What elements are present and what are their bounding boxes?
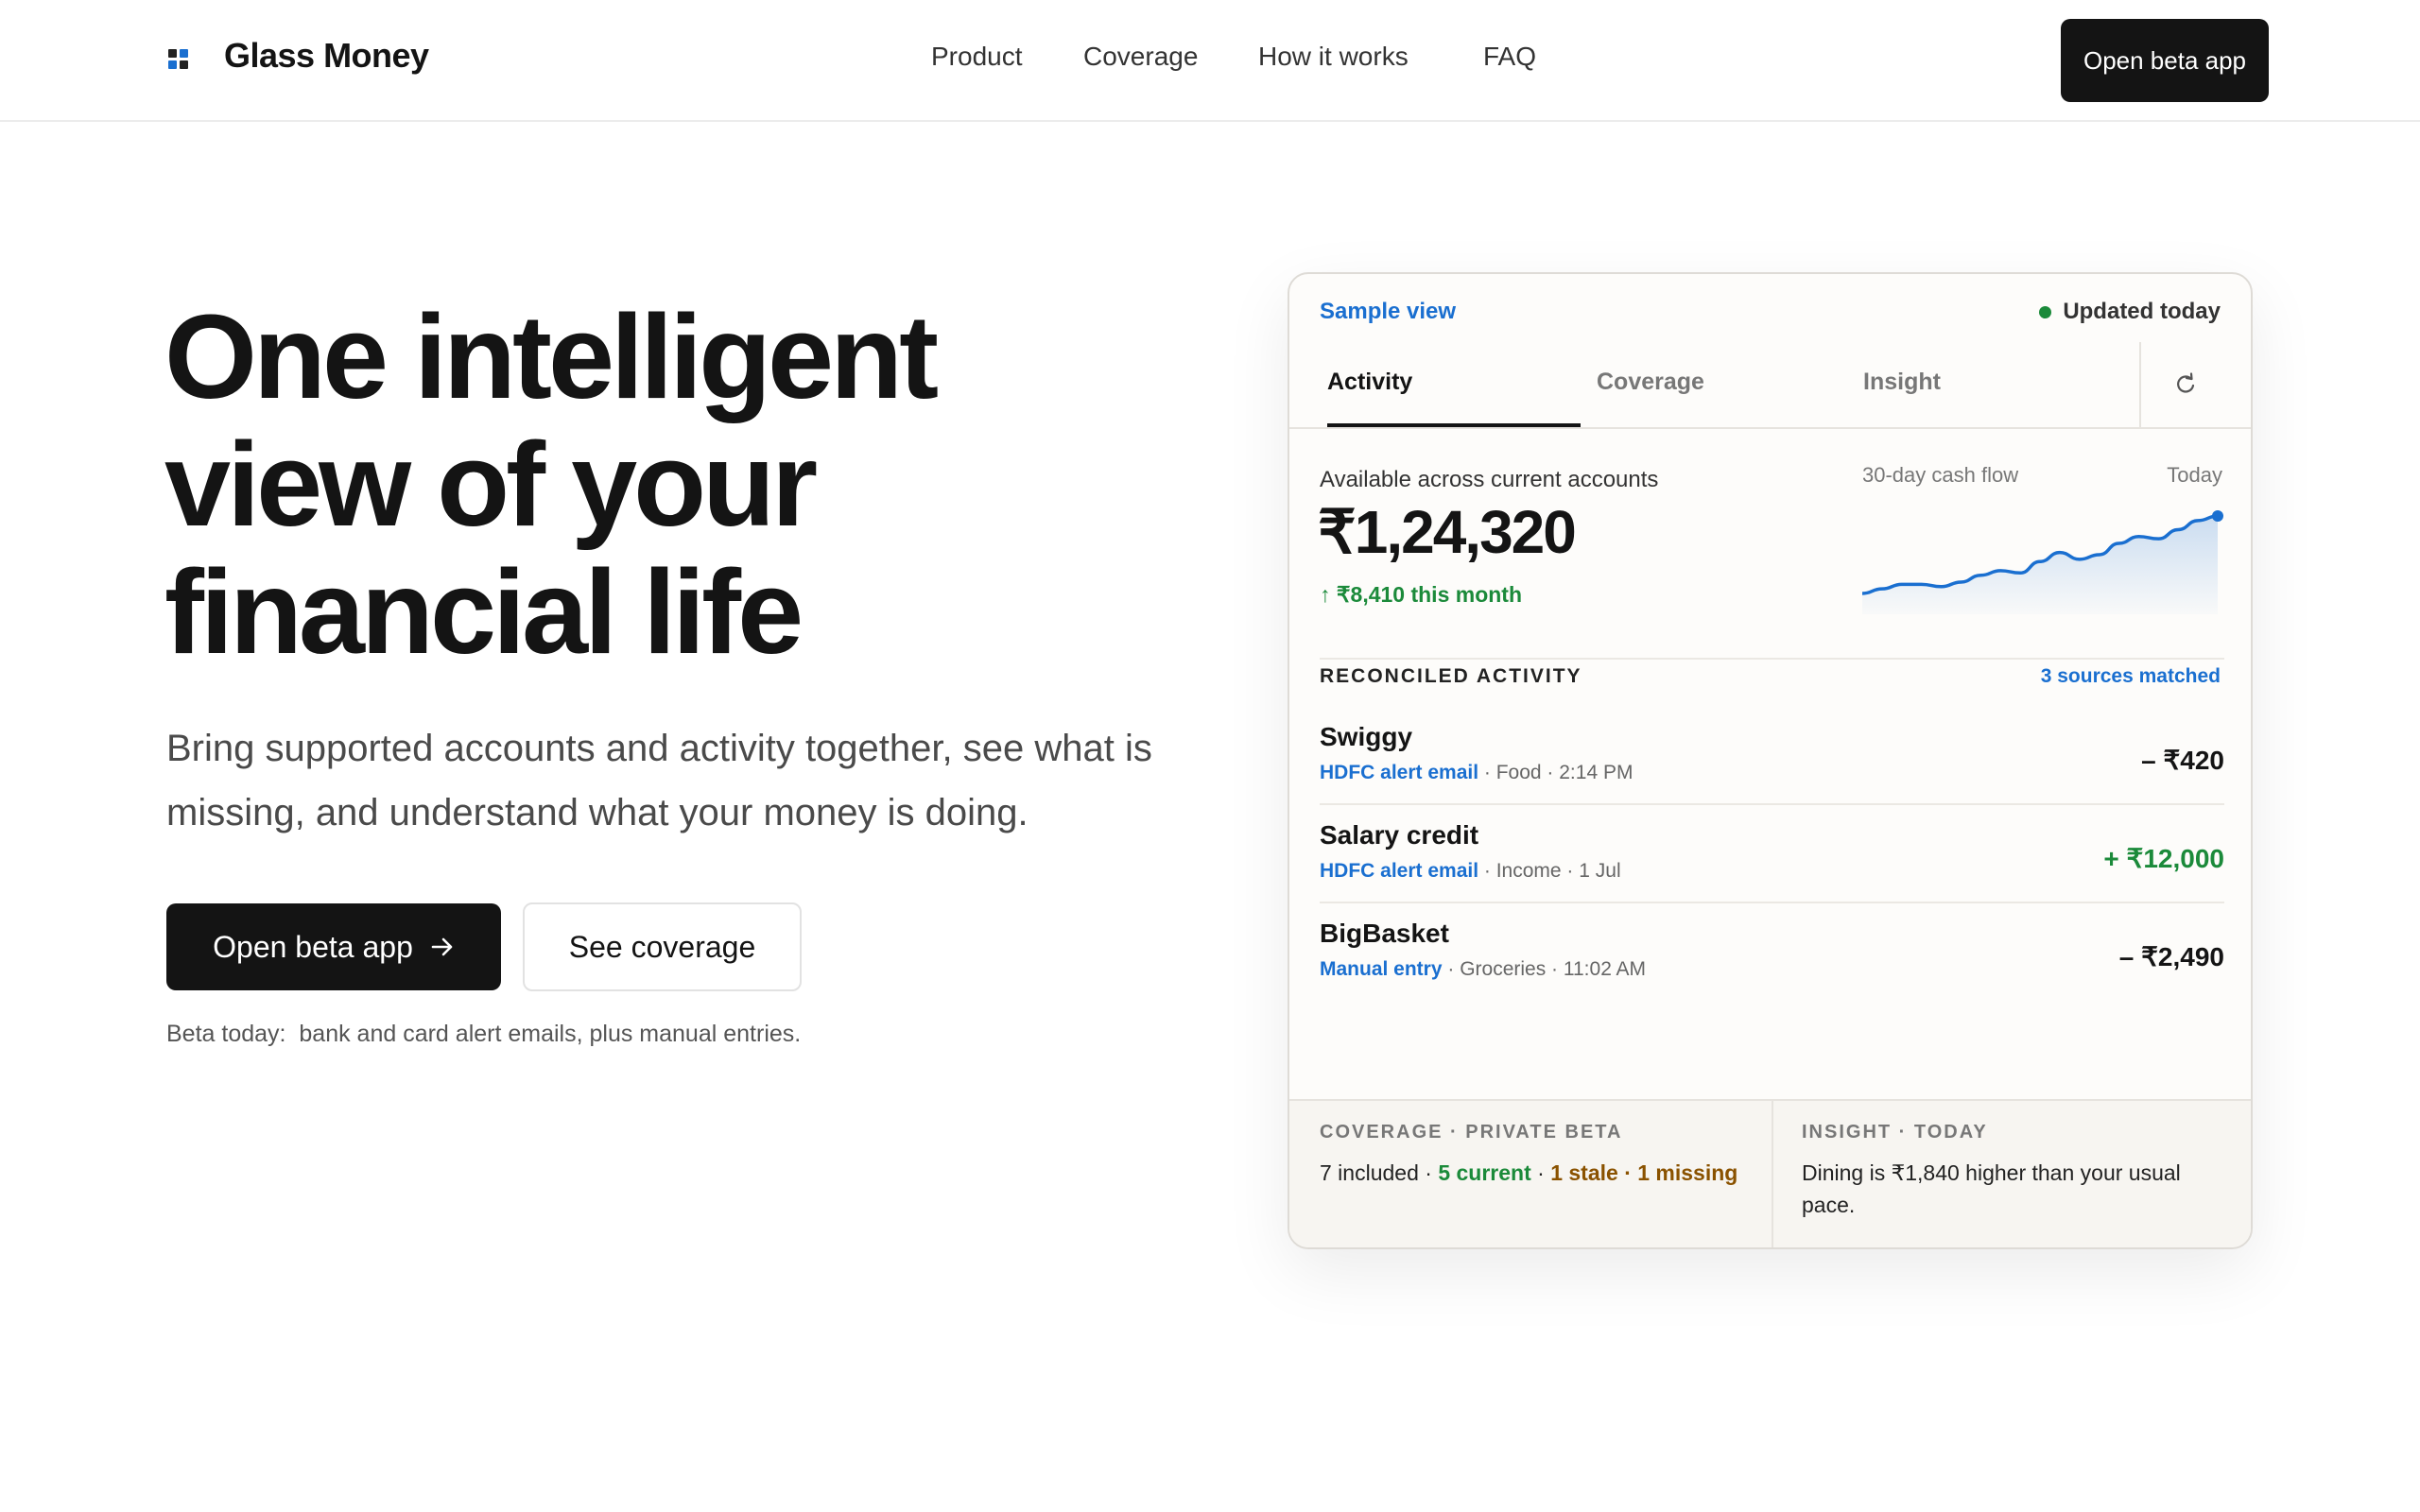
cashflow-end-label: Today	[2167, 463, 2222, 487]
tx-meta: HDFC alert email · Income · 1 Jul	[1320, 860, 1621, 883]
nav-faq[interactable]: FAQ	[1483, 42, 1536, 72]
tx-name: Salary credit	[1320, 820, 1479, 850]
sources-matched-link[interactable]: 3 sources matched	[2041, 665, 2221, 688]
active-tab-indicator	[1327, 423, 1581, 427]
arrow-up-icon: ↑	[1320, 582, 1331, 607]
site-header: Glass Money Product Coverage How it work…	[0, 0, 2420, 122]
nav-how-it-works[interactable]: How it works	[1258, 42, 1409, 72]
tx-source: HDFC alert email	[1320, 762, 1479, 783]
balance-amount: ₹1,24,320	[1318, 498, 1577, 566]
insight-summary-title: INSIGHT · TODAY	[1802, 1122, 1988, 1143]
tx-source: Manual entry	[1320, 958, 1443, 980]
tab-insight[interactable]: Insight	[1863, 369, 1941, 396]
balance-label: Available across current accounts	[1320, 467, 1659, 492]
coverage-summary[interactable]: COVERAGE · PRIVATE BETA 7 included · 5 c…	[1320, 1122, 1745, 1189]
tx-source: HDFC alert email	[1320, 860, 1479, 882]
sample-view-label[interactable]: Sample view	[1320, 299, 1456, 325]
footer-divider	[1772, 1101, 1773, 1247]
balance-change-text: ₹8,410 this month	[1336, 582, 1523, 607]
hero-title-line: view of your	[164, 418, 818, 551]
open-beta-app-button[interactable]: Open beta app	[166, 903, 501, 990]
hero-title: One intelligent view of your financial l…	[164, 293, 1204, 676]
status-dot-icon	[2039, 305, 2052, 318]
tx-name: BigBasket	[1320, 919, 1449, 948]
card-footer: COVERAGE · PRIVATE BETA 7 included · 5 c…	[1289, 1099, 2251, 1247]
divider	[1320, 902, 2224, 903]
cashflow-latest-point	[2212, 510, 2223, 522]
arrow-right-icon	[431, 937, 453, 956]
divider	[1320, 803, 2224, 805]
divider	[1320, 658, 2224, 660]
nav-coverage[interactable]: Coverage	[1083, 42, 1198, 72]
tx-details: · Food · 2:14 PM	[1478, 762, 1634, 783]
coverage-summary-title: COVERAGE · PRIVATE BETA	[1320, 1122, 1623, 1143]
hero-subtitle: Bring supported accounts and activity to…	[166, 728, 1152, 833]
tab-coverage[interactable]: Coverage	[1597, 369, 1704, 396]
coverage-separator: ·	[1530, 1160, 1551, 1185]
brand-name[interactable]: Glass Money	[224, 36, 429, 76]
open-beta-app-header-button[interactable]: Open beta app	[2061, 19, 2269, 102]
open-beta-app-label: Open beta app	[213, 929, 413, 964]
list-item[interactable]: BigBasket Manual entry · Groceries · 11:…	[1320, 919, 2224, 1004]
tx-meta: Manual entry · Groceries · 11:02 AM	[1320, 958, 1646, 981]
reconciled-activity-title: RECONCILED ACTIVITY	[1320, 665, 1582, 687]
coverage-summary-text: 7 included · 5 current · 1 stale · 1 mis…	[1320, 1157, 1745, 1189]
coverage-current: 5 current	[1438, 1160, 1531, 1185]
beta-note: Beta today: bank and card alert emails, …	[166, 1021, 801, 1048]
tx-name: Swiggy	[1320, 722, 1413, 751]
tx-meta: HDFC alert email · Food · 2:14 PM	[1320, 762, 1633, 784]
grid-logo-icon[interactable]	[168, 49, 189, 70]
refresh-icon[interactable]	[2170, 369, 2201, 399]
sample-view-card: Sample view Updated today Activity Cover…	[1288, 272, 2253, 1249]
coverage-stale-missing: 1 stale · 1 missing	[1550, 1160, 1738, 1185]
insight-summary-text: Dining is ₹1,840 higher than your usual …	[1802, 1160, 2181, 1217]
list-item[interactable]: Swiggy HDFC alert email · Food · 2:14 PM…	[1320, 722, 2224, 807]
tabs-divider	[2139, 342, 2141, 427]
nav-product[interactable]: Product	[931, 42, 1023, 72]
cashflow-label: 30-day cash flow	[1862, 463, 2019, 487]
list-item[interactable]: Salary credit HDFC alert email · Income …	[1320, 820, 2224, 905]
hero-title-line: financial life	[164, 545, 804, 679]
insight-summary[interactable]: INSIGHT · TODAY Dining is ₹1,840 higher …	[1802, 1122, 2227, 1221]
tx-amount: – ₹2,490	[2118, 942, 2224, 971]
beta-note-text: bank and card alert emails, plus manual …	[299, 1021, 802, 1047]
tx-details: · Income · 1 Jul	[1478, 860, 1621, 882]
see-coverage-button[interactable]: See coverage	[523, 902, 802, 991]
hero-title-line: One intelligent	[164, 290, 939, 423]
card-tabs: Activity Coverage Insight	[1289, 342, 2251, 429]
tab-activity[interactable]: Activity	[1327, 369, 1412, 396]
updated-status: Updated today	[2039, 299, 2221, 325]
cashflow-sparkline	[1862, 510, 2223, 614]
beta-note-label: Beta today:	[166, 1021, 286, 1047]
tx-amount: + ₹12,000	[2103, 844, 2224, 873]
tx-details: · Groceries · 11:02 AM	[1442, 958, 1647, 980]
cashflow-area	[1862, 516, 2218, 614]
tx-amount: – ₹420	[2141, 746, 2224, 775]
updated-status-text: Updated today	[2063, 299, 2221, 324]
balance-change: ↑ ₹8,410 this month	[1320, 582, 1522, 608]
coverage-included: 7 included ·	[1320, 1160, 1439, 1185]
